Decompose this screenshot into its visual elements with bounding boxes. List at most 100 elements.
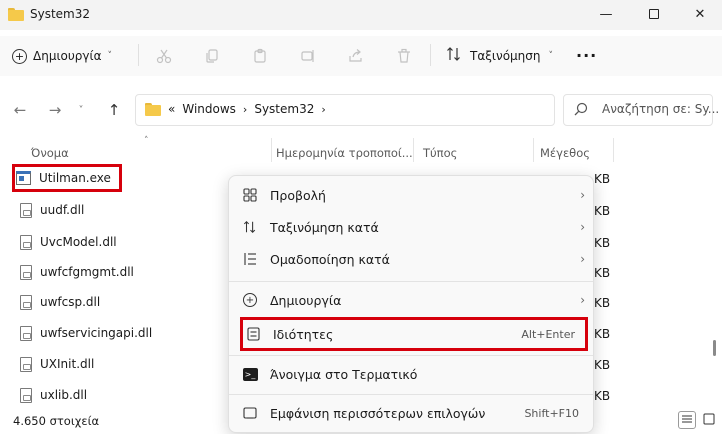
sort-icon xyxy=(446,46,462,65)
maximize-button[interactable] xyxy=(631,0,677,28)
list-item[interactable]: uwfcfgmgmt.dll xyxy=(20,260,134,284)
breadcrumb-overflow[interactable]: « xyxy=(168,102,175,116)
separator xyxy=(138,44,139,66)
file-size: KB xyxy=(594,389,611,403)
breadcrumb: « Windows › System32 › xyxy=(145,102,326,116)
file-size: KB xyxy=(594,327,611,341)
delete-icon[interactable] xyxy=(394,46,414,66)
sort-icon xyxy=(240,220,260,234)
list-item[interactable]: uwfcsp.dll xyxy=(20,290,100,314)
file-size: KB xyxy=(594,204,611,218)
menu-item-properties[interactable]: Ιδιότητες Alt+Enter xyxy=(243,320,581,348)
breadcrumb-system32[interactable]: System32 xyxy=(254,102,314,116)
menu-item-label: Εμφάνιση περισσότερων επιλογών xyxy=(270,405,486,421)
column-header-name[interactable]: Όνομα xyxy=(31,146,69,160)
chevron-right-icon: › xyxy=(321,102,326,116)
terminal-icon: >_ xyxy=(240,367,260,381)
list-item[interactable]: UXInit.dll xyxy=(20,352,94,376)
details-view-button[interactable] xyxy=(678,411,696,429)
list-item[interactable]: Utilman.exe xyxy=(16,166,111,190)
file-size: KB xyxy=(594,236,611,250)
menu-item-label: Δημιουργία xyxy=(270,292,342,308)
scrollbar-thumb[interactable] xyxy=(713,340,716,356)
file-name: uwfcfgmgmt.dll xyxy=(40,265,134,279)
cut-icon[interactable] xyxy=(154,46,174,66)
close-icon: ✕ xyxy=(694,6,706,22)
shortcut-text: Shift+F10 xyxy=(524,406,579,420)
properties-icon xyxy=(243,327,263,341)
search-icon xyxy=(574,102,588,119)
window-title: System32 xyxy=(30,7,91,21)
more-options-icon xyxy=(240,406,260,420)
list-item[interactable]: uwfservicingapi.dll xyxy=(20,321,152,345)
tiles-view-icon xyxy=(703,413,715,428)
details-view-icon xyxy=(681,413,693,428)
dll-file-icon xyxy=(20,202,32,218)
minimize-button[interactable]: — xyxy=(583,0,629,28)
view-grid-icon xyxy=(240,188,260,202)
exe-file-icon xyxy=(16,171,31,185)
column-separator[interactable] xyxy=(533,138,534,162)
dll-file-icon xyxy=(20,234,32,250)
dll-file-icon xyxy=(20,264,32,280)
list-item[interactable]: uudf.dll xyxy=(20,198,84,222)
maximize-icon xyxy=(649,9,659,19)
column-separator[interactable] xyxy=(413,138,414,162)
column-header-type[interactable]: Τύπος xyxy=(423,146,457,160)
menu-item-label: Άνοιγμα στο Τερματικό xyxy=(270,366,418,382)
dll-file-icon xyxy=(20,356,32,372)
file-name: uudf.dll xyxy=(40,203,85,217)
dll-file-icon xyxy=(20,325,32,341)
column-header-date[interactable]: Ημερομηνία τροποποί... xyxy=(276,146,413,160)
plus-icon: + xyxy=(240,293,260,307)
chevron-down-icon: ˅ xyxy=(548,50,554,61)
close-button[interactable]: ✕ xyxy=(677,0,722,28)
tiles-view-button[interactable] xyxy=(700,411,718,429)
menu-item-sort-by[interactable]: Ταξινόμηση κατά › xyxy=(240,213,585,241)
column-separator[interactable] xyxy=(613,138,614,162)
sort-ascending-icon: ˄ xyxy=(144,136,149,146)
share-icon[interactable] xyxy=(346,46,366,66)
up-arrow-icon[interactable]: ↑ xyxy=(104,100,124,120)
column-separator[interactable] xyxy=(271,138,272,162)
menu-separator xyxy=(229,355,593,356)
file-size: KB xyxy=(594,266,611,280)
shortcut-text: Alt+Enter xyxy=(521,327,575,341)
menu-item-label: Ταξινόμηση κατά xyxy=(270,219,379,235)
copy-icon[interactable] xyxy=(202,46,222,66)
forward-arrow-icon[interactable]: → xyxy=(45,100,65,120)
rename-icon[interactable] xyxy=(298,46,318,66)
sort-label: Ταξινόμηση xyxy=(470,48,541,63)
chevron-right-icon: › xyxy=(580,252,585,266)
menu-item-group-by[interactable]: Ομαδοποίηση κατά › xyxy=(240,245,585,273)
menu-item-more-options[interactable]: Εμφάνιση περισσότερων επιλογών Shift+F10 xyxy=(240,399,585,427)
new-button-label: Δημιουργία xyxy=(33,49,102,63)
file-size: KB xyxy=(594,358,611,372)
minimize-icon: — xyxy=(599,6,613,22)
more-options-button[interactable]: ··· xyxy=(576,46,597,65)
sort-button[interactable]: Ταξινόμηση ˅ xyxy=(446,46,553,65)
file-name: uxlib.dll xyxy=(40,388,88,402)
folder-icon xyxy=(145,102,161,116)
chevron-right-icon: › xyxy=(580,220,585,234)
menu-item-open-terminal[interactable]: >_ Άνοιγμα στο Τερματικό xyxy=(240,360,585,388)
chevron-right-icon: › xyxy=(242,102,248,116)
list-item[interactable]: UvcModel.dll xyxy=(20,230,117,254)
chevron-down-icon: ˅ xyxy=(107,51,112,61)
recent-chevron-icon[interactable]: ˅ xyxy=(71,100,91,120)
paste-icon[interactable] xyxy=(250,46,270,66)
dll-file-icon xyxy=(20,294,32,310)
column-header-size[interactable]: Μέγεθος xyxy=(540,146,590,160)
chevron-right-icon: › xyxy=(580,188,585,202)
menu-item-view[interactable]: Προβολή › xyxy=(240,181,585,209)
file-size: KB xyxy=(594,296,611,310)
search-input[interactable]: Αναζήτηση σε: Sy... xyxy=(602,102,719,116)
menu-item-new[interactable]: + Δημιουργία › xyxy=(240,286,585,314)
back-arrow-icon[interactable]: ← xyxy=(10,100,30,120)
new-button[interactable]: + Δημιουργία ˅ xyxy=(12,43,112,69)
list-item[interactable]: uxlib.dll xyxy=(20,383,87,407)
breadcrumb-windows[interactable]: Windows xyxy=(182,102,236,116)
plus-icon: + xyxy=(12,48,27,64)
file-name: UvcModel.dll xyxy=(40,235,117,249)
file-size: KB xyxy=(594,172,611,186)
